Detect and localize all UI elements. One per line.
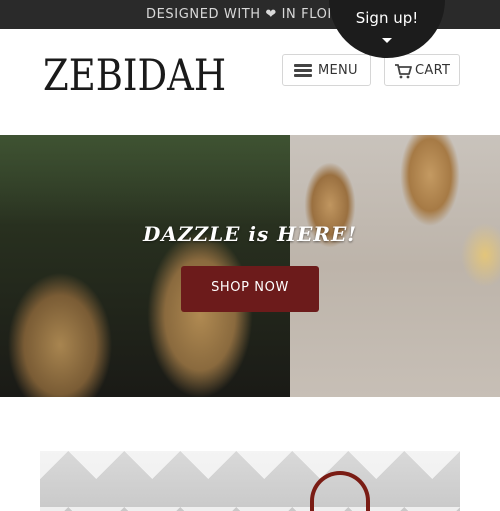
caret-down-icon (382, 38, 392, 43)
menu-button[interactable]: MENU (282, 54, 371, 86)
signup-label: Sign up! (355, 9, 419, 27)
site-header: ZEBIDAH MENU CART (0, 29, 500, 135)
cart-label: CART (415, 63, 451, 78)
logo[interactable]: ZEBIDAH (43, 51, 226, 101)
product-image (310, 471, 370, 511)
featured-banner[interactable] (40, 451, 460, 511)
shop-now-label: SHOP NOW (211, 280, 289, 295)
hero-title: DAZZLE is HERE! (143, 222, 357, 246)
shop-now-button[interactable]: SHOP NOW (181, 266, 319, 312)
announcement-text: DESIGNED WITH ❤ IN FLOR (146, 7, 330, 22)
menu-label: MENU (318, 63, 358, 78)
hamburger-icon (294, 64, 312, 77)
hero-banner: DAZZLE is HERE! SHOP NOW (0, 135, 500, 397)
cart-button[interactable]: CART (384, 54, 460, 86)
hero-image-right (290, 135, 500, 397)
cart-icon (395, 64, 412, 79)
